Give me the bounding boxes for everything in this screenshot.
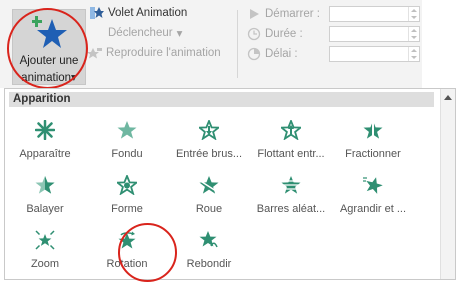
effect-float-in[interactable]: Flottant entr...	[250, 120, 332, 170]
effect-wheel[interactable]: Roue	[168, 175, 250, 225]
effect-split[interactable]: Fractionner	[332, 120, 414, 170]
effect-label: Flottant entr...	[257, 148, 325, 160]
wipe-icon	[35, 176, 55, 194]
ribbon-blank-area	[422, 0, 469, 88]
trigger-button[interactable]: Déclencheur ▾	[90, 26, 182, 40]
fly-in-icon	[199, 120, 219, 140]
effect-swivel[interactable]: Rotation	[86, 230, 168, 280]
spinner-arrows-icon	[408, 47, 419, 61]
effect-label: Balayer	[26, 203, 64, 215]
random-bars-icon	[281, 176, 301, 194]
effect-label: Roue	[195, 203, 223, 215]
animation-pane-label: Volet Animation	[108, 7, 188, 19]
effect-fly-in[interactable]: Entrée brus...	[168, 120, 250, 170]
chevron-down-icon: ▾	[71, 72, 77, 84]
duration-label: Durée :	[265, 28, 303, 40]
effect-appear[interactable]: Apparaître	[4, 120, 86, 170]
animation-painter-label: Reproduire l'animation	[106, 47, 221, 59]
animation-pane-button[interactable]: Volet Animation	[90, 6, 187, 20]
delay-label: Délai :	[265, 48, 298, 60]
delay-icon	[247, 47, 261, 61]
animation-ribbon: Ajouter une animation▾ Volet Animation D…	[0, 0, 469, 88]
bounce-icon	[199, 231, 218, 248]
effect-label: Fractionner	[345, 148, 401, 160]
duration-spinner[interactable]	[329, 26, 420, 42]
start-label: Démarrer :	[265, 8, 320, 20]
effect-random-bars[interactable]: Barres aléat...	[250, 175, 332, 225]
effect-shape[interactable]: Forme	[86, 175, 168, 225]
effect-fade[interactable]: Fondu	[86, 120, 168, 170]
chevron-down-icon	[408, 7, 419, 21]
zoom-icon	[35, 230, 55, 250]
shape-icon	[117, 175, 137, 195]
clock-icon	[247, 27, 261, 41]
delay-spinner[interactable]	[329, 46, 420, 62]
spinner-arrows-icon	[408, 27, 419, 41]
start-play-icon	[250, 9, 259, 19]
animation-painter-button[interactable]: Reproduire l'animation	[88, 46, 221, 60]
effect-label: Zoom	[30, 258, 60, 270]
effect-bounce[interactable]: Rebondir	[168, 230, 250, 280]
wheel-icon	[199, 176, 219, 194]
effect-zoom[interactable]: Zoom	[4, 230, 86, 280]
effect-label: Apparaître	[19, 148, 71, 160]
gallery-scrollbar[interactable]	[440, 89, 455, 279]
animation-gallery: Apparition Apparaître Fondu Entrée brus.…	[4, 88, 456, 280]
animation-pane-icon	[90, 7, 104, 19]
animation-painter-icon	[88, 48, 102, 59]
scroll-up-arrow-icon[interactable]	[444, 95, 452, 100]
effect-grow-turn[interactable]: Agrandir et ...	[332, 175, 414, 225]
add-animation-label-line1: Ajouter une	[19, 55, 79, 67]
effect-label: Entrée brus...	[175, 148, 243, 160]
effect-wipe[interactable]: Balayer	[4, 175, 86, 225]
effect-label: Fondu	[111, 148, 143, 160]
duration-control: Durée :	[247, 27, 303, 41]
start-dropdown[interactable]	[329, 6, 420, 22]
float-in-icon	[281, 120, 301, 140]
add-animation-label-line2: animation	[21, 72, 72, 84]
effect-label: Rotation	[106, 258, 148, 270]
chevron-down-icon: ▾	[176, 28, 183, 40]
swivel-icon	[118, 231, 136, 249]
ribbon-separator	[237, 10, 238, 78]
split-icon	[363, 120, 383, 140]
grow-turn-icon	[363, 177, 383, 194]
appear-icon	[35, 120, 55, 140]
effect-label: Rebondir	[186, 258, 232, 270]
start-control: Démarrer :	[247, 7, 320, 21]
add-animation-button[interactable]: Ajouter une animation▾	[12, 9, 86, 85]
effect-label: Forme	[111, 203, 143, 215]
effect-label: Agrandir et ...	[339, 203, 407, 215]
section-header-apparition: Apparition	[9, 92, 434, 107]
effect-label: Barres aléat...	[256, 203, 326, 215]
fade-icon	[117, 121, 137, 139]
trigger-label: Déclencheur	[108, 27, 173, 39]
delay-control: Délai :	[247, 47, 298, 61]
trigger-icon	[90, 26, 104, 40]
add-animation-star-icon	[32, 16, 67, 48]
